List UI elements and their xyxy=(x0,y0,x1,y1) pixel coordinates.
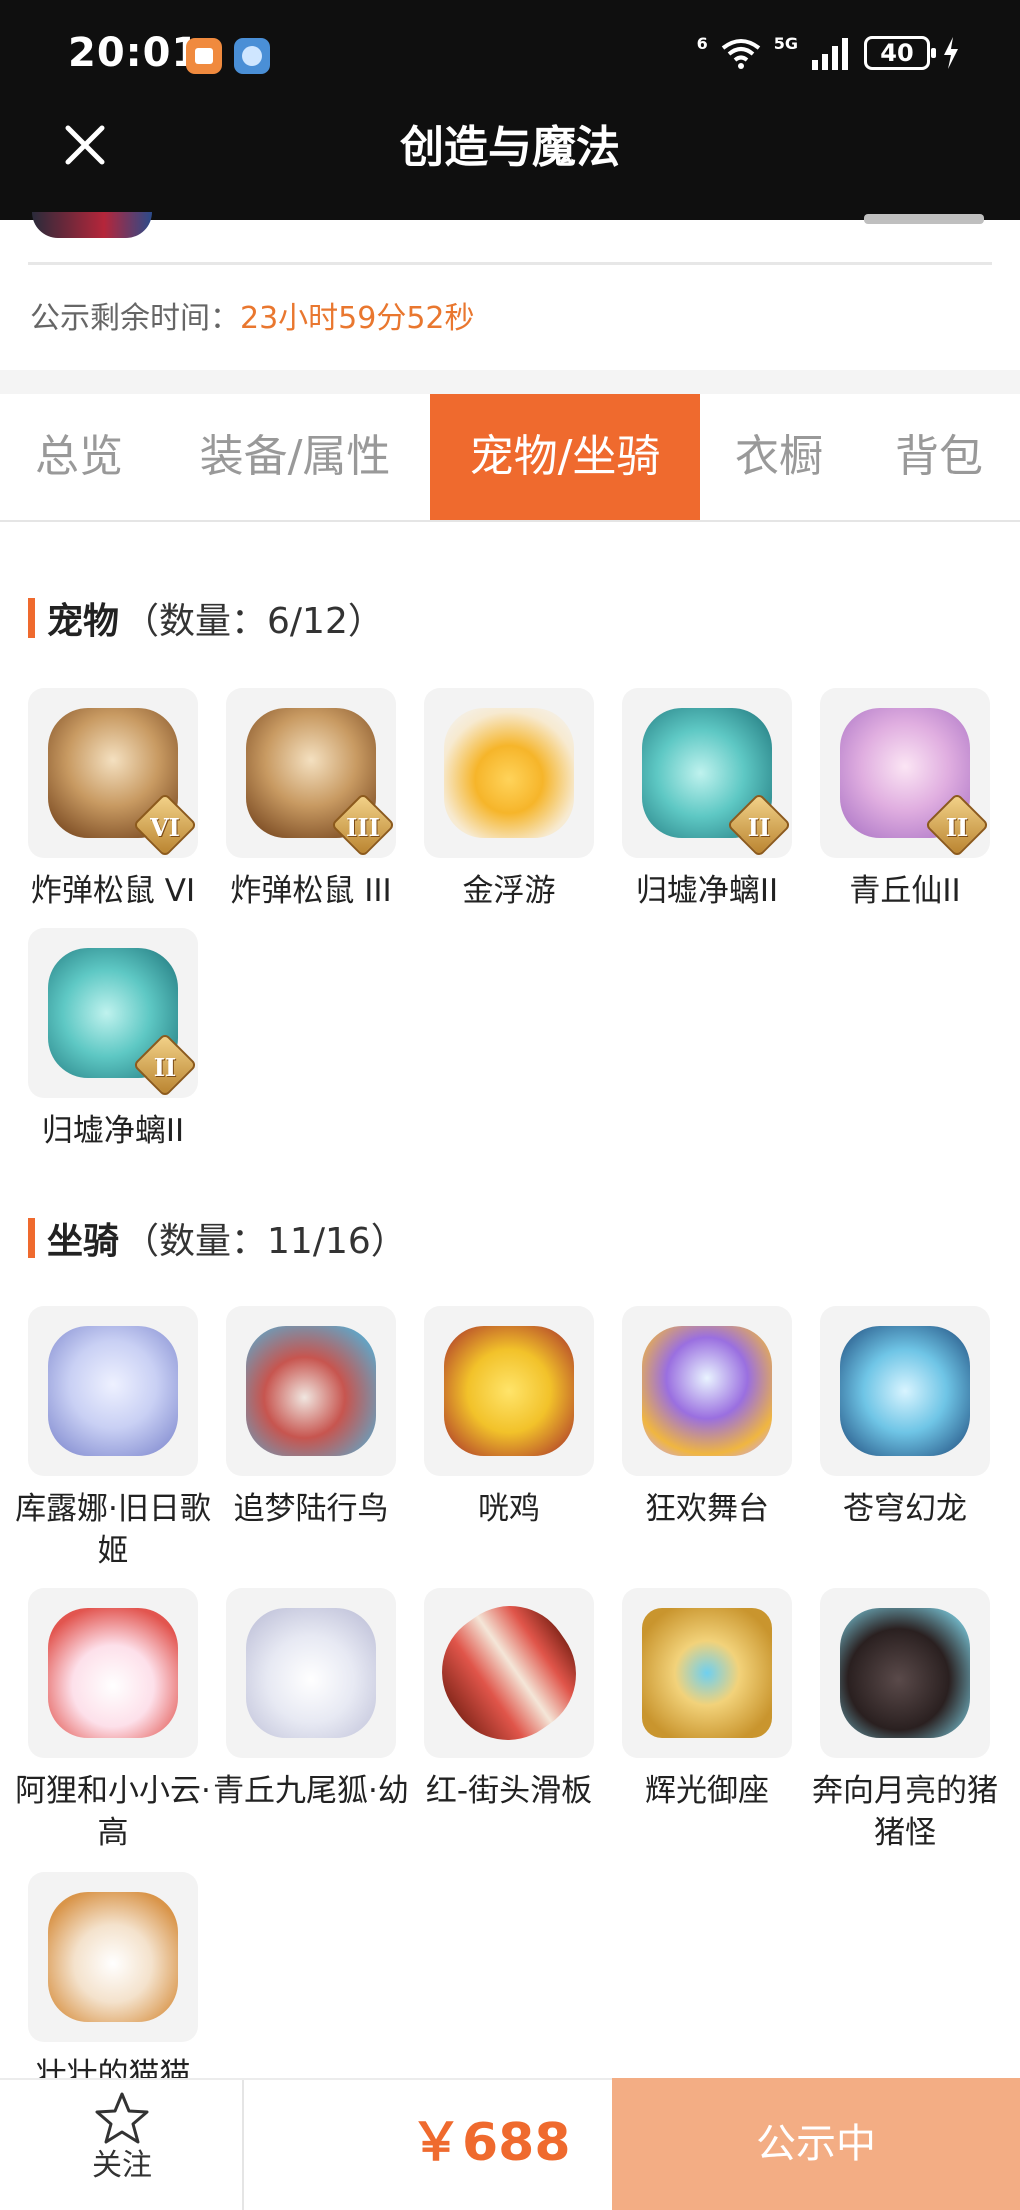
mount-item[interactable]: 库露娜·旧日歌姬 xyxy=(15,1306,226,1572)
app-notification-orange-icon xyxy=(186,38,222,74)
star-icon xyxy=(95,2092,149,2144)
cellular-signal-icon xyxy=(812,38,848,70)
battery-icon: 40 xyxy=(864,36,936,70)
mount-item[interactable]: 奔向月亮的猪猪怪 xyxy=(812,1588,1018,1854)
pet-item[interactable]: II 归墟净螭II xyxy=(28,928,226,1152)
squirrel-icon: VI xyxy=(28,688,198,858)
pets-count: （数量：6/12） xyxy=(123,601,384,642)
pet-name: 炸弹松鼠 III xyxy=(230,873,392,909)
mount-item[interactable]: 阿狸和小小云·高 xyxy=(15,1588,226,1854)
mount-name: 狂欢舞台 xyxy=(645,1491,769,1527)
singer-icon xyxy=(28,1306,198,1476)
pet-name: 青丘仙II xyxy=(849,873,961,909)
mount-name: 追梦陆行鸟 xyxy=(233,1491,389,1527)
status-bar: 20:01 6 5G 40 xyxy=(0,0,1020,110)
network-type-text: 5G xyxy=(773,33,798,53)
mounts-title: 坐骑 xyxy=(47,1221,120,1262)
follow-label: 关注 xyxy=(92,2148,152,2183)
golden-dragon-icon xyxy=(424,688,594,858)
pet-tier-badge: VI xyxy=(150,812,180,842)
pets-section-title: 宠物 （数量：6/12） xyxy=(28,594,384,642)
cat-icon xyxy=(28,1872,198,2042)
pet-name: 归墟净螭II xyxy=(635,873,779,909)
pet-tier-badge: II xyxy=(945,812,969,842)
divider xyxy=(28,262,992,265)
battery-level: 40 xyxy=(880,39,914,67)
cyan-dragon-icon: II xyxy=(622,688,792,858)
countdown: 公示剩余时间：23小时59分52秒 xyxy=(30,296,475,342)
pet-item[interactable]: III 炸弹松鼠 III xyxy=(226,688,424,912)
pet-item[interactable]: 金浮游 xyxy=(424,688,622,912)
nine-tail-fox-icon xyxy=(226,1588,396,1758)
section-accent-bar xyxy=(28,1218,35,1258)
squirrel-icon: III xyxy=(226,688,396,858)
mount-item[interactable]: 壮壮的猫猫 xyxy=(28,1872,226,2096)
mount-name: 辉光御座 xyxy=(645,1773,769,1809)
pet-item[interactable]: VI 炸弹松鼠 VI xyxy=(28,688,226,912)
mount-item[interactable]: 狂欢舞台 xyxy=(622,1306,820,1530)
tab-bar: 总览 装备/属性 宠物/坐骑 衣橱 背包 xyxy=(0,394,1020,522)
mount-item[interactable]: 苍穹幻龙 xyxy=(820,1306,1018,1530)
ali-cloud-icon xyxy=(28,1588,198,1758)
app-notification-blue-icon xyxy=(234,38,270,74)
pet-tier-badge: II xyxy=(747,812,771,842)
countdown-value: 23小时59分52秒 xyxy=(240,301,475,336)
bird-icon xyxy=(226,1306,396,1476)
mount-name: 库露娜·旧日歌姬 xyxy=(15,1491,211,1569)
countdown-label: 公示剩余时间： xyxy=(30,301,240,336)
pet-item[interactable]: II 归墟净螭II xyxy=(622,688,820,912)
mount-name: 苍穹幻龙 xyxy=(843,1491,967,1527)
pet-tier-badge: II xyxy=(153,1052,177,1082)
status-time: 20:01 xyxy=(68,30,201,76)
mount-name: 奔向月亮的猪猪怪 xyxy=(812,1773,998,1851)
cyan-dragon-icon: II xyxy=(28,928,198,1098)
skateboard-icon xyxy=(424,1588,594,1758)
seller-info-cropped xyxy=(864,214,984,224)
tab-overview[interactable]: 总览 xyxy=(0,394,158,520)
tab-wardrobe[interactable]: 衣橱 xyxy=(716,394,842,520)
bottom-divider xyxy=(242,2080,244,2210)
wifi-band-text: 6 xyxy=(696,33,708,53)
mount-name: 红-街头滑板 xyxy=(425,1773,593,1809)
charging-bolt-icon xyxy=(944,37,958,69)
sky-dragon-icon xyxy=(820,1306,990,1476)
chicken-icon xyxy=(424,1306,594,1476)
pet-name: 归墟净螭II xyxy=(41,1113,185,1149)
status-indicators: 6 5G 40 xyxy=(697,28,960,78)
mount-item[interactable]: 追梦陆行鸟 xyxy=(226,1306,424,1530)
pet-item[interactable]: II 青丘仙II xyxy=(820,688,1018,912)
pet-name: 炸弹松鼠 VI xyxy=(30,873,196,909)
follow-button[interactable]: 关注 xyxy=(60,2090,184,2200)
stage-icon xyxy=(622,1306,792,1476)
section-accent-bar xyxy=(28,598,35,638)
section-separator xyxy=(0,370,1020,394)
page-title: 创造与魔法 xyxy=(400,122,620,173)
pet-tier-badge: III xyxy=(346,812,380,842)
tab-pets-mounts[interactable]: 宠物/坐骑 xyxy=(430,394,700,520)
mount-name: 咣鸡 xyxy=(478,1491,540,1527)
mount-name: 阿狸和小小云·高 xyxy=(15,1773,211,1851)
mount-item[interactable]: 红-街头滑板 xyxy=(424,1588,622,1812)
publicity-status-button[interactable]: 公示中 xyxy=(612,2078,1020,2210)
mounts-count: （数量：11/16） xyxy=(123,1221,407,1262)
throne-icon xyxy=(622,1588,792,1758)
mount-name: 青丘九尾狐·幼 xyxy=(213,1773,409,1809)
mount-item[interactable]: 咣鸡 xyxy=(424,1306,622,1530)
pets-title: 宠物 xyxy=(47,601,120,642)
seller-strip xyxy=(0,220,1020,264)
tab-backpack[interactable]: 背包 xyxy=(876,394,1002,520)
price: ￥688 xyxy=(410,2113,571,2173)
app-root: 20:01 6 5G 40 创造与魔法 公示剩余时间：23小时59分52秒 总览… xyxy=(0,0,1020,2210)
mounts-section-title: 坐骑 （数量：11/16） xyxy=(28,1214,407,1262)
fox-fairy-icon: II xyxy=(820,688,990,858)
avatar[interactable] xyxy=(32,212,152,238)
pet-name: 金浮游 xyxy=(462,873,556,909)
wifi-icon xyxy=(721,39,760,69)
tab-equipment[interactable]: 装备/属性 xyxy=(176,394,414,520)
mount-item[interactable]: 辉光御座 xyxy=(622,1588,820,1812)
pig-icon xyxy=(820,1588,990,1758)
mount-item[interactable]: 青丘九尾狐·幼 xyxy=(213,1588,424,1812)
